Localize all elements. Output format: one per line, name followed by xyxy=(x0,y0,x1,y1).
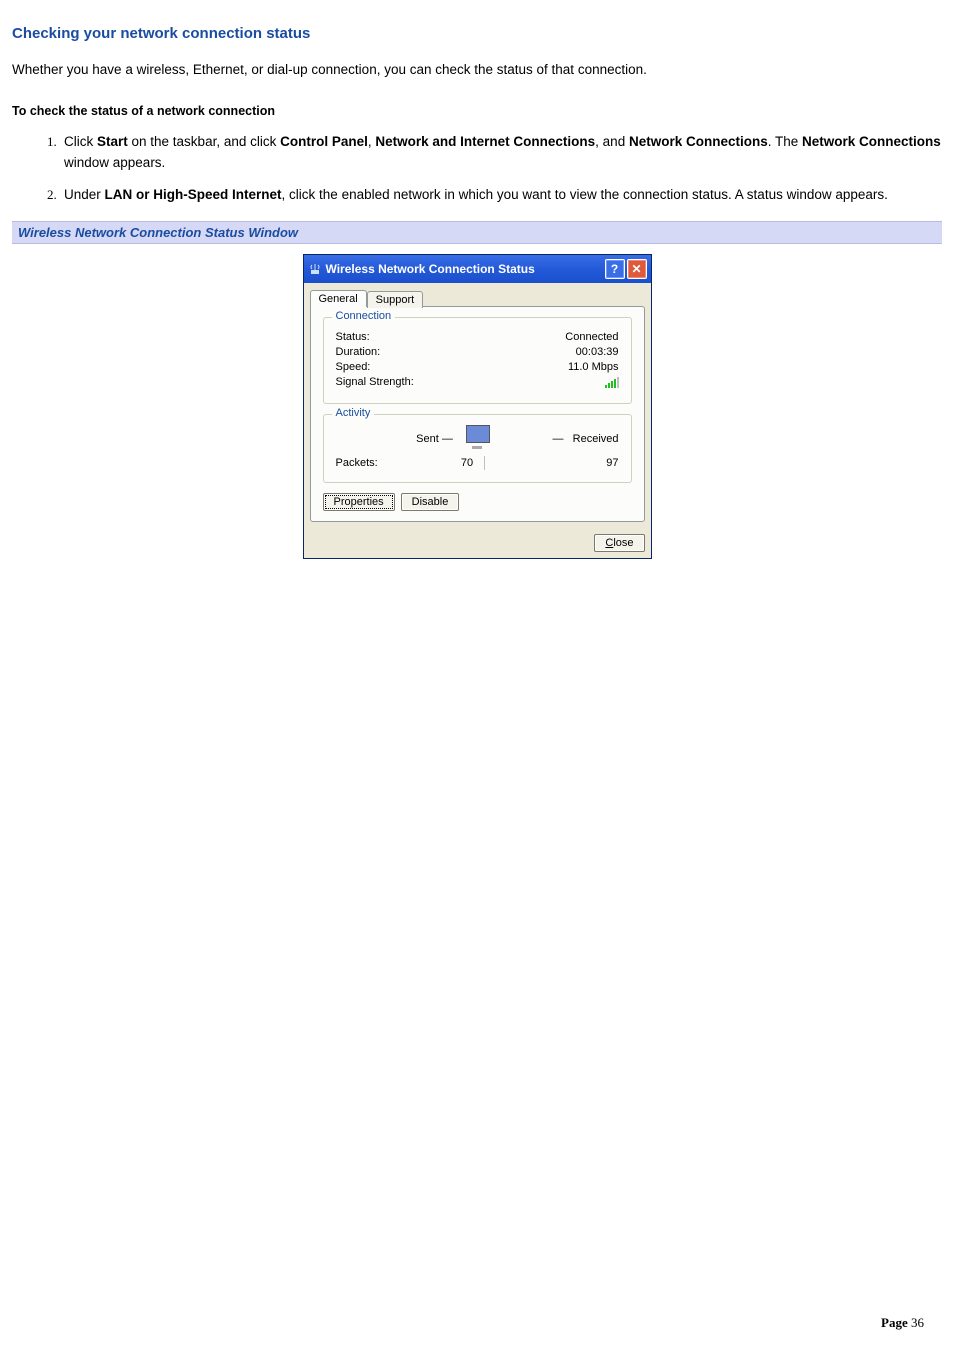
document-page: Checking your network connection status … xyxy=(0,0,954,599)
step-2: Under LAN or High-Speed Internet, click … xyxy=(60,185,942,205)
packets-received: 97 xyxy=(493,457,618,469)
intro-paragraph: Whether you have a wireless, Ethernet, o… xyxy=(12,60,942,80)
screenshot-container: Wireless Network Connection Status ? ✕ G… xyxy=(12,254,942,559)
step-text: window appears. xyxy=(64,155,165,170)
step-1: Click Start on the taskbar, and click Co… xyxy=(60,132,942,173)
ui-term: Network and Internet Connections xyxy=(375,134,595,149)
tab-support[interactable]: Support xyxy=(367,291,424,308)
monitor-icon xyxy=(462,425,492,449)
titlebar[interactable]: Wireless Network Connection Status ? ✕ xyxy=(304,255,651,283)
group-title-activity: Activity xyxy=(332,407,375,419)
page-footer: Page 36 xyxy=(881,1315,924,1331)
separator-icon xyxy=(484,456,485,470)
tab-panel-general: Connection Status: Connected Duration: 0… xyxy=(310,306,645,522)
disable-button[interactable]: Disable xyxy=(401,493,460,511)
activity-received-label: — Received xyxy=(493,433,618,445)
ui-term: Control Panel xyxy=(280,134,368,149)
dialog-footer: Close xyxy=(304,528,651,558)
packets-label: Packets: xyxy=(336,457,461,469)
connection-group: Connection Status: Connected Duration: 0… xyxy=(323,317,632,404)
window-title: Wireless Network Connection Status xyxy=(326,262,605,276)
packets-sent: 70 xyxy=(461,457,473,469)
step-text: on the taskbar, and click xyxy=(128,134,280,149)
activity-icon xyxy=(461,425,493,452)
duration-value: 00:03:39 xyxy=(576,346,619,358)
procedure-steps: Click Start on the taskbar, and click Co… xyxy=(12,132,942,205)
duration-label: Duration: xyxy=(336,346,381,358)
figure-caption: Wireless Network Connection Status Windo… xyxy=(12,221,942,244)
signal-label: Signal Strength: xyxy=(336,376,414,388)
step-text: . The xyxy=(768,134,802,149)
page-label: Page xyxy=(881,1315,911,1330)
tab-strip: General Support xyxy=(304,283,651,306)
ui-term: LAN or High-Speed Internet xyxy=(105,187,282,202)
step-text: Under xyxy=(64,187,105,202)
signal-strength-icon xyxy=(605,376,619,388)
speed-value: 11.0 Mbps xyxy=(568,361,619,373)
help-button[interactable]: ? xyxy=(605,259,625,279)
ui-term: Network Connections xyxy=(802,134,941,149)
activity-sent-label: Sent — xyxy=(336,433,461,445)
step-text: , and xyxy=(595,134,629,149)
tab-general[interactable]: General xyxy=(310,290,367,307)
status-label: Status: xyxy=(336,331,370,343)
group-title-connection: Connection xyxy=(332,310,396,322)
properties-button[interactable]: Properties xyxy=(323,493,395,511)
action-buttons: Properties Disable xyxy=(323,493,632,511)
status-window: Wireless Network Connection Status ? ✕ G… xyxy=(303,254,652,559)
close-label-rest: lose xyxy=(613,537,633,549)
procedure-heading: To check the status of a network connect… xyxy=(12,104,942,118)
status-value: Connected xyxy=(565,331,618,343)
close-icon[interactable]: ✕ xyxy=(627,259,647,279)
section-heading: Checking your network connection status xyxy=(12,25,942,42)
ui-term: Network Connections xyxy=(629,134,768,149)
page-number: 36 xyxy=(911,1315,924,1330)
activity-group: Activity Sent — — Received xyxy=(323,414,632,483)
ui-term: Start xyxy=(97,134,128,149)
packets-sent-received: 70 xyxy=(461,456,493,470)
step-text: , click the enabled network in which you… xyxy=(282,187,888,202)
wireless-icon xyxy=(308,262,322,276)
speed-label: Speed: xyxy=(336,361,371,373)
step-text: Click xyxy=(64,134,97,149)
close-button[interactable]: Close xyxy=(594,534,644,552)
